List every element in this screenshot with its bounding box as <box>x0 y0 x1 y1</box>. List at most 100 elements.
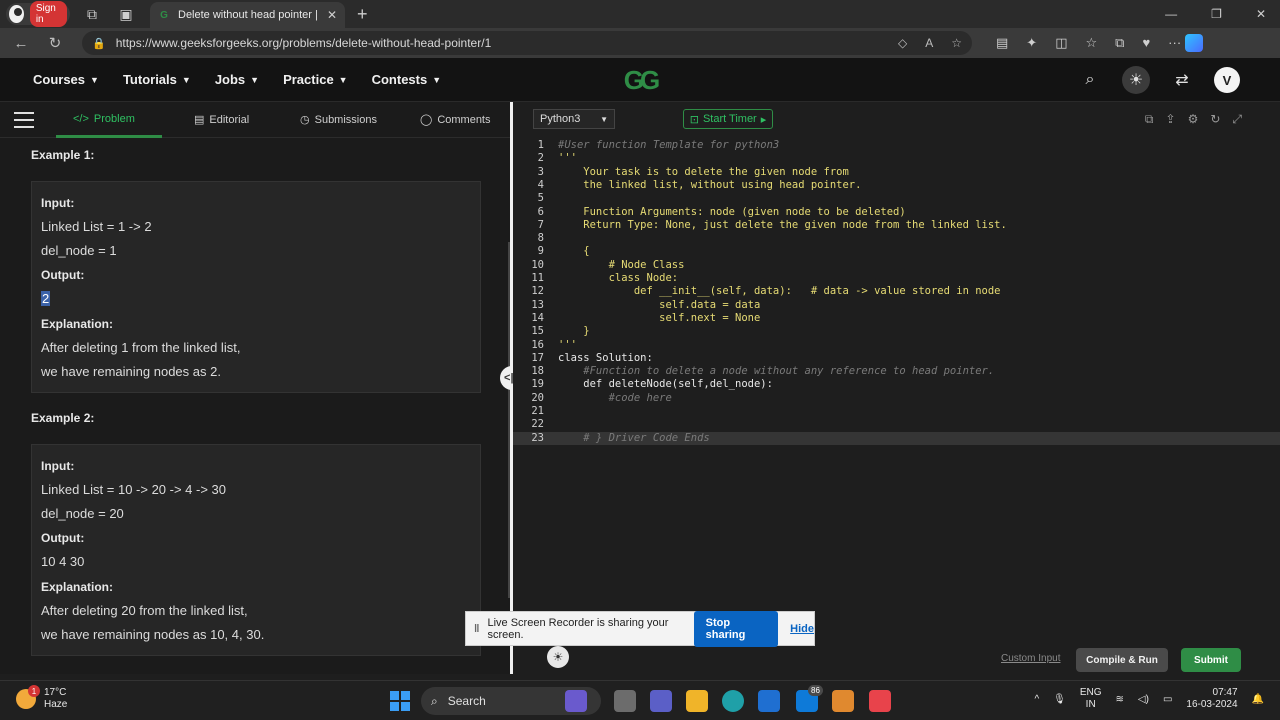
upload-icon[interactable]: ⇪ <box>1166 112 1176 127</box>
app-icon[interactable] <box>832 690 854 712</box>
code-line[interactable]: 9 { <box>513 245 1280 258</box>
fullscreen-icon[interactable]: ⤢ <box>1232 112 1242 127</box>
read-aloud-icon[interactable]: A <box>925 36 933 50</box>
nav-contests[interactable]: Contests ▼ <box>372 72 442 87</box>
code-line[interactable]: 12 def __init__(self, data): # data -> v… <box>513 285 1280 298</box>
gfg-logo[interactable]: GG <box>615 65 665 95</box>
close-window-icon[interactable]: ✕ <box>1256 7 1266 21</box>
url-input[interactable]: 🔒 https://www.geeksforgeeks.org/problems… <box>82 31 972 55</box>
code-line[interactable]: 21 <box>513 405 1280 418</box>
problem-content[interactable]: Example 1: Input: Linked List = 1 -> 2 d… <box>0 138 508 674</box>
start-timer-button[interactable]: ⊡ Start Timer ▸ <box>683 109 773 129</box>
clock[interactable]: 07:47 16-03-2024 <box>1186 687 1237 711</box>
file-explorer-icon[interactable] <box>686 690 708 712</box>
extension-icon-2[interactable]: ✦ <box>1026 35 1037 51</box>
code-line[interactable]: 11 class Node: <box>513 272 1280 285</box>
code-line[interactable]: 2 ''' <box>513 152 1280 165</box>
line-number: 23 <box>531 431 544 444</box>
code-text: #User function Template for python3 <box>558 139 780 151</box>
maximize-icon[interactable]: ❐ <box>1211 7 1222 21</box>
code-line[interactable]: 16 ''' <box>513 339 1280 352</box>
notification-bell-icon[interactable]: 🔔 <box>1252 694 1264 705</box>
copilot-app-icon[interactable] <box>565 690 587 712</box>
submit-button[interactable]: Submit <box>1181 648 1241 672</box>
tab-editorial[interactable]: ▤ Editorial <box>194 113 249 127</box>
task-view-icon[interactable] <box>614 690 636 712</box>
stop-sharing-button[interactable]: Stop sharing <box>693 610 779 647</box>
nav-tutorials[interactable]: Tutorials ▼ <box>123 72 191 87</box>
line-number: 1 <box>537 139 544 151</box>
code-line[interactable]: 3 Your task is to delete the given node … <box>513 166 1280 179</box>
hide-link[interactable]: Hide <box>790 623 814 635</box>
lightbulb-icon[interactable]: ☀ <box>547 646 569 668</box>
code-line[interactable]: 6 Function Arguments: node (given node t… <box>513 206 1280 219</box>
code-line[interactable]: 23 # } Driver Code Ends <box>513 431 1280 445</box>
battery-icon[interactable]: ▭ <box>1163 694 1172 705</box>
code-line[interactable]: 22 <box>513 418 1280 431</box>
code-text: class Node: <box>558 272 679 284</box>
nav-courses[interactable]: Courses ▼ <box>33 72 99 87</box>
tab-close-icon[interactable]: ✕ <box>327 8 337 22</box>
tab-problem[interactable]: </> Problem <box>73 113 135 125</box>
copilot-icon[interactable] <box>1185 34 1204 52</box>
code-line[interactable]: 20 #code here <box>513 392 1280 405</box>
teams-icon[interactable] <box>650 690 672 712</box>
collections-icon[interactable]: ⧉ <box>1115 35 1124 51</box>
favorite-star-icon[interactable]: ☆ <box>951 36 962 50</box>
search-icon[interactable]: ⌕ <box>1076 66 1104 94</box>
code-line[interactable]: 19 def deleteNode(self,del_node): <box>513 378 1280 391</box>
profile-button[interactable]: Sign in <box>6 1 70 27</box>
new-tab-icon[interactable]: + <box>357 4 368 25</box>
favorites-icon[interactable]: ☆ <box>1086 35 1098 51</box>
recorder-app-icon[interactable] <box>869 690 891 712</box>
microphone-icon[interactable]: 🎙 <box>1053 694 1066 705</box>
weather-widget[interactable]: 1 17°C Haze <box>16 685 67 711</box>
code-line[interactable]: 10 # Node Class <box>513 259 1280 272</box>
compile-run-button[interactable]: Compile & Run <box>1076 648 1168 672</box>
translate-icon[interactable]: ⇄ <box>1168 66 1196 94</box>
code-line[interactable]: 14 self.next = None <box>513 312 1280 325</box>
code-text: # Node Class <box>558 258 685 271</box>
code-line[interactable]: 13 self.data = data <box>513 299 1280 312</box>
reset-icon[interactable]: ↻ <box>1210 112 1220 127</box>
hamburger-menu-icon[interactable] <box>14 111 34 128</box>
code-line[interactable]: 8 <box>513 232 1280 245</box>
extension-icon-1[interactable]: ▤ <box>996 35 1008 51</box>
refresh-icon[interactable]: ↻ <box>42 30 68 56</box>
back-icon[interactable]: ← <box>8 30 34 56</box>
more-menu-icon[interactable]: ··· <box>1168 35 1181 51</box>
code-line[interactable]: 18 #Function to delete a node without an… <box>513 365 1280 378</box>
edge-icon[interactable] <box>722 690 744 712</box>
split-screen-icon[interactable]: ◫ <box>1055 35 1067 51</box>
volume-icon[interactable]: ◁) <box>1138 694 1149 705</box>
minimize-icon[interactable]: — <box>1165 7 1177 21</box>
language-select[interactable]: Python3 ▼ <box>533 109 615 129</box>
code-line[interactable]: 1 #User function Template for python3 <box>513 139 1280 152</box>
nav-practice[interactable]: Practice ▼ <box>283 72 348 87</box>
language-indicator[interactable]: ENG IN <box>1080 687 1102 711</box>
vscode-icon[interactable] <box>758 690 780 712</box>
custom-input-link[interactable]: Custom Input <box>1001 653 1060 664</box>
start-icon[interactable] <box>390 691 410 711</box>
user-avatar[interactable]: V <box>1214 67 1240 93</box>
copy-icon[interactable]: ⧉ <box>1145 112 1154 127</box>
browser-essentials-icon[interactable]: ♥ <box>1142 35 1150 51</box>
tag-icon[interactable]: ◇ <box>898 36 907 50</box>
nav-jobs[interactable]: Jobs ▼ <box>215 72 259 87</box>
code-line[interactable]: 5 <box>513 192 1280 205</box>
code-line[interactable]: 15 } <box>513 325 1280 338</box>
tab-comments[interactable]: ◯ Comments <box>420 113 491 127</box>
code-line[interactable]: 17 class Solution: <box>513 352 1280 365</box>
tab-actions-icon[interactable]: ▣ <box>114 2 138 26</box>
theme-toggle-icon[interactable]: ☀ <box>1122 66 1150 94</box>
tab-submissions[interactable]: ◷ Submissions <box>300 113 377 127</box>
code-text: ''' <box>558 152 577 165</box>
workspaces-icon[interactable]: ⧉ <box>80 2 104 26</box>
browser-tab-active[interactable]: G Delete without head pointer | Pr ✕ <box>150 2 345 28</box>
code-editor[interactable]: 1 #User function Template for python3 2 '''… <box>513 136 1280 626</box>
settings-icon[interactable]: ⚙ <box>1188 112 1199 127</box>
chevron-up-icon[interactable]: ^ <box>1034 694 1039 705</box>
code-line[interactable]: 7 Return Type: None, just delete the giv… <box>513 219 1280 232</box>
wifi-icon[interactable]: ≋ <box>1116 694 1124 705</box>
code-line[interactable]: 4 the linked list, without using head po… <box>513 179 1280 192</box>
